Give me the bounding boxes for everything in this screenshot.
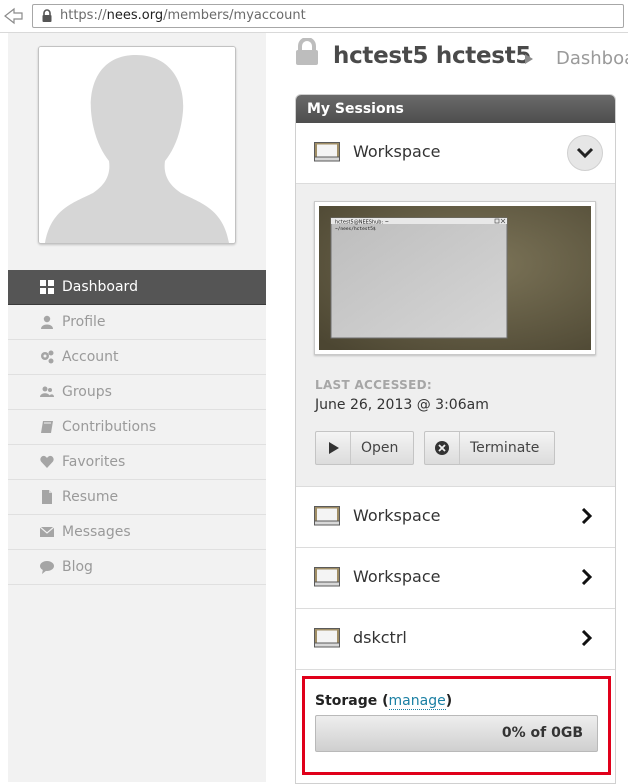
session-row[interactable]: Workspace <box>296 487 615 548</box>
sidebar-item-label: Messages <box>62 524 131 540</box>
url-domain: nees.org <box>106 8 164 23</box>
storage-usage-bar: 0% of 0GB <box>315 715 598 752</box>
heart-icon <box>40 455 54 468</box>
last-accessed-value: June 26, 2013 @ 3:06am <box>315 397 489 413</box>
desktop-screenshot-image: hctest5@NEEShub: ~ ~/nees/hctest5$ <box>319 206 591 350</box>
session-name: dskctrl <box>353 628 407 647</box>
url-text: https://nees.org/members/myaccount <box>60 5 306 27</box>
monitor-icon <box>314 567 340 587</box>
chevron-right-icon[interactable] <box>581 508 593 524</box>
close-circle-icon <box>435 441 449 455</box>
session-row[interactable]: dskctrl <box>296 609 615 670</box>
book-icon <box>41 421 53 433</box>
sidebar-item-resume[interactable]: Resume <box>8 480 266 515</box>
last-accessed-label: LAST ACCESSED: <box>315 378 432 392</box>
account-nav: Dashboard Profile Account Groups Contrib… <box>8 270 278 585</box>
storage-title: Storage (manage) <box>315 693 453 710</box>
chevron-right-icon[interactable] <box>581 630 593 646</box>
sidebar-item-groups[interactable]: Groups <box>8 375 266 410</box>
sidebar-item-dashboard[interactable]: Dashboard <box>8 270 278 305</box>
sidebar-item-label: Blog <box>62 559 93 575</box>
terminate-button-label: Terminate <box>470 440 540 456</box>
sidebar-item-account[interactable]: Account <box>8 340 266 375</box>
speech-bubble-icon <box>40 561 54 574</box>
breadcrumb-current: Dashboa <box>556 48 628 69</box>
chevron-down-icon <box>576 147 594 159</box>
sidebar-item-messages[interactable]: Messages <box>8 515 266 550</box>
play-icon-box <box>316 432 351 464</box>
terminate-button[interactable]: Terminate <box>424 431 555 465</box>
terminate-icon-box <box>425 432 460 464</box>
sidebar-item-contributions[interactable]: Contributions <box>8 410 266 445</box>
sidebar-item-label: Account <box>62 349 119 365</box>
sidebar-item-label: Contributions <box>62 419 157 435</box>
dashboard-grid-icon <box>40 280 54 294</box>
open-button-label: Open <box>361 440 399 456</box>
storage-heading: Storage <box>315 693 378 709</box>
monitor-icon <box>314 142 340 162</box>
thumbnail-terminal-prompt: ~/nees/hctest5$ <box>335 226 376 232</box>
person-icon <box>41 315 53 329</box>
chevron-right-icon[interactable] <box>581 569 593 585</box>
breadcrumb-arrow-icon <box>525 54 533 64</box>
storage-paren-close: ) <box>445 693 453 709</box>
envelope-icon <box>40 526 54 537</box>
sidebar-item-label: Favorites <box>62 454 126 470</box>
avatar[interactable] <box>38 46 236 244</box>
storage-paren-open: ( <box>377 693 389 709</box>
open-button[interactable]: Open <box>315 431 414 465</box>
sidebar-item-profile[interactable]: Profile <box>8 305 266 340</box>
back-arrow-icon <box>4 7 23 25</box>
sidebar-item-favorites[interactable]: Favorites <box>8 445 266 480</box>
sidebar-item-label: Groups <box>62 384 112 400</box>
padlock-icon <box>42 9 52 22</box>
collapse-toggle[interactable] <box>567 135 603 171</box>
back-button[interactable] <box>0 4 26 28</box>
play-icon <box>329 442 339 454</box>
url-path: /members/myaccount <box>163 8 306 23</box>
storage-usage-text: 0% of 0GB <box>501 725 583 741</box>
session-details: hctest5@NEEShub: ~ ~/nees/hctest5$ LAST … <box>296 184 615 487</box>
thumbnail-window-title: hctest5@NEEShub: ~ <box>335 220 389 226</box>
session-name: Workspace <box>353 142 441 161</box>
sidebar-item-label: Resume <box>62 489 119 505</box>
address-field[interactable]: https://nees.org/members/myaccount <box>32 4 624 28</box>
session-name: Workspace <box>353 567 441 586</box>
url-scheme: https:// <box>60 8 107 23</box>
page-title: hctest5 hctest5 <box>333 43 532 69</box>
gears-icon <box>41 350 54 364</box>
session-row-expanded[interactable]: Workspace <box>296 123 615 184</box>
private-lock-icon <box>296 38 318 65</box>
monitor-icon <box>314 506 340 526</box>
sessions-panel-title: My Sessions <box>296 95 615 123</box>
storage-section: Storage (manage) 0% of 0GB <box>296 673 615 783</box>
sidebar-item-label: Dashboard <box>62 279 138 295</box>
default-avatar-silhouette-icon <box>39 47 235 243</box>
sidebar-item-label: Profile <box>62 314 106 330</box>
group-icon <box>40 386 54 397</box>
manage-storage-link[interactable]: manage <box>388 693 446 710</box>
session-thumbnail[interactable]: hctest5@NEEShub: ~ ~/nees/hctest5$ <box>314 201 596 355</box>
monitor-icon <box>314 628 340 648</box>
sidebar-item-blog[interactable]: Blog <box>8 550 266 585</box>
document-icon <box>42 490 52 504</box>
sessions-panel: My Sessions Workspace hctest5@NEEShub: ~… <box>295 94 616 784</box>
session-row[interactable]: Workspace <box>296 548 615 609</box>
session-name: Workspace <box>353 506 441 525</box>
browser-url-bar: https://nees.org/members/myaccount <box>0 0 628 32</box>
